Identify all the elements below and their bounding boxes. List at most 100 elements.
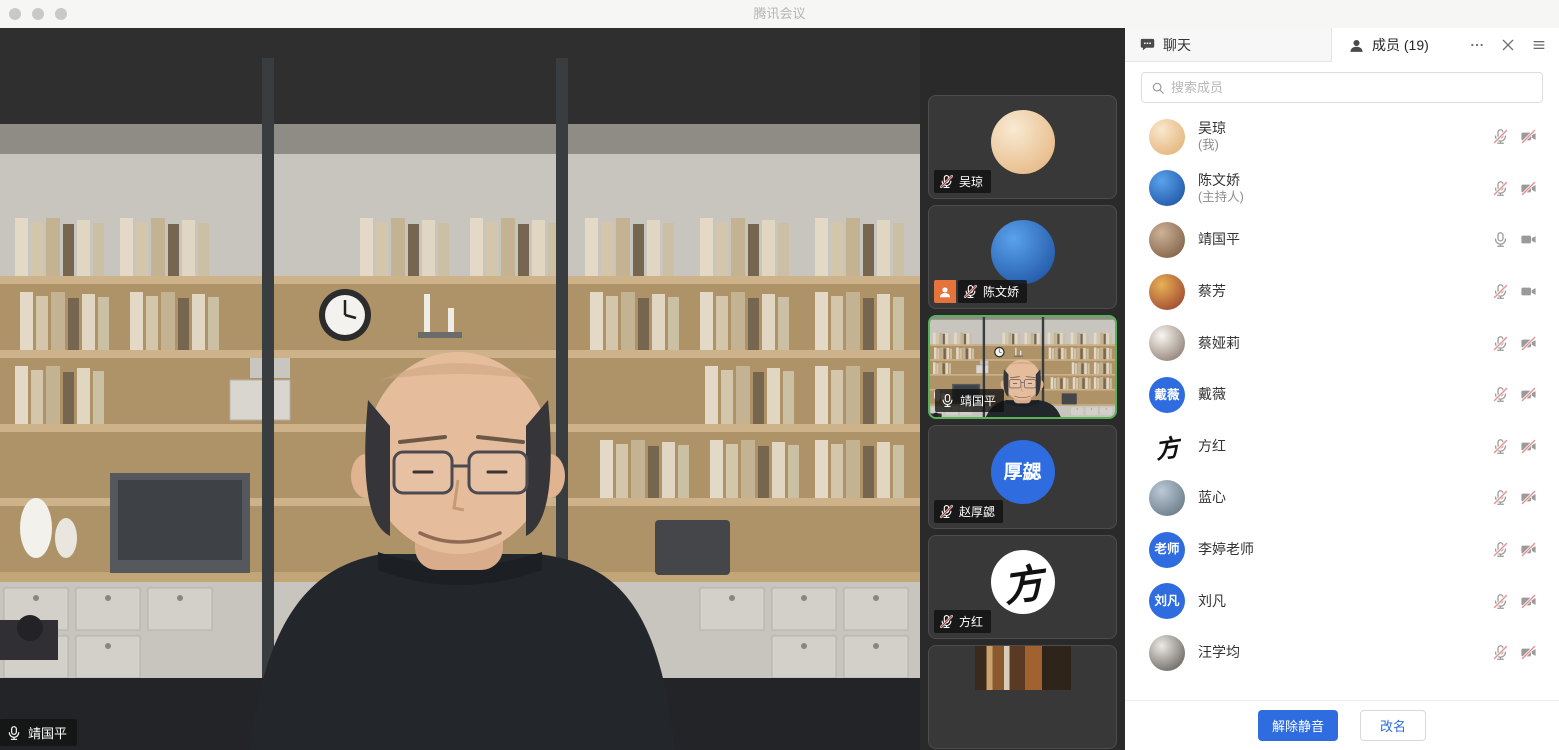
thumbnail-avatar [991, 220, 1055, 284]
member-status-icons [1492, 128, 1537, 145]
member-avatar [1149, 119, 1185, 155]
tab-members[interactable]: 成员 (19) [1332, 28, 1559, 62]
minimize-window-icon[interactable] [32, 8, 44, 20]
video-thumbnail[interactable]: 方 方红 [928, 535, 1117, 639]
member-row[interactable]: 陈文娇 (主持人) [1125, 163, 1559, 215]
main-speaker-name: 靖国平 [28, 723, 67, 742]
mic-muted-icon[interactable] [1492, 283, 1509, 300]
camera-off-icon[interactable] [1520, 593, 1537, 610]
thumbnail-name: 靖国平 [960, 392, 996, 409]
tab-chat[interactable]: 聊天 [1125, 28, 1332, 62]
video-thumbnail[interactable]: 厚勰 赵厚勰 [928, 425, 1117, 529]
search-input[interactable] [1171, 80, 1533, 95]
zoom-window-icon[interactable] [55, 8, 67, 20]
camera-off-icon[interactable] [1520, 335, 1537, 352]
member-name: 蔡娅莉 [1198, 335, 1240, 352]
camera-off-icon[interactable] [1520, 128, 1537, 145]
member-avatar: 老师 [1149, 532, 1185, 568]
tab-chat-label: 聊天 [1163, 35, 1191, 55]
member-names: 蔡芳 [1198, 283, 1226, 300]
member-row[interactable]: 蔡芳 [1125, 266, 1559, 318]
close-icon[interactable] [1500, 37, 1516, 53]
video-thumbnail[interactable]: 靖国平 [928, 315, 1117, 419]
menu-icon[interactable] [1531, 37, 1547, 53]
member-row[interactable]: 老师 李婷老师 [1125, 524, 1559, 576]
member-name: 戴薇 [1198, 386, 1226, 403]
member-avatar: 方 [1149, 428, 1185, 464]
rename-button[interactable]: 改名 [1360, 710, 1426, 741]
camera-off-icon[interactable] [1520, 489, 1537, 506]
unmute-button[interactable]: 解除静音 [1258, 710, 1338, 741]
mic-muted-icon[interactable] [1492, 489, 1509, 506]
mic-on-icon[interactable] [1492, 231, 1509, 248]
panel-actions [1469, 37, 1559, 53]
panel-header: 聊天 成员 (19) [1125, 28, 1559, 62]
member-role-label: (我) [1198, 137, 1226, 153]
member-name: 蓝心 [1198, 489, 1226, 506]
member-row[interactable]: 方 方红 [1125, 421, 1559, 473]
avatar-photo [991, 110, 1055, 174]
mic-on-icon [6, 725, 22, 741]
main-video-feed [0, 28, 920, 750]
member-row[interactable]: 蓝心 [1125, 472, 1559, 524]
main-video-stage[interactable]: 靖国平 [0, 28, 920, 750]
member-avatar [1149, 325, 1185, 361]
video-thumbnail[interactable]: 吴琼 [928, 95, 1117, 199]
member-row[interactable]: 刘凡 刘凡 [1125, 575, 1559, 627]
more-icon[interactable] [1469, 37, 1485, 53]
member-row[interactable]: 蔡娅莉 [1125, 317, 1559, 369]
member-row[interactable]: 戴薇 戴薇 [1125, 369, 1559, 421]
avatar-photo [991, 220, 1055, 284]
mic-muted-icon[interactable] [1492, 593, 1509, 610]
member-list: 吴琼 (我) 陈文娇 (主持人) [1125, 111, 1559, 679]
member-status-icons [1492, 335, 1537, 352]
member-name: 陈文娇 [1198, 172, 1244, 189]
thumbnail-strip[interactable]: 吴琼 陈文娇 靖国平厚勰 赵厚勰方 方红 [920, 28, 1125, 750]
member-avatar [1149, 222, 1185, 258]
camera-off-icon[interactable] [1520, 438, 1537, 455]
avatar-photo [1149, 119, 1185, 155]
camera-off-icon[interactable] [1520, 644, 1537, 661]
member-name: 蔡芳 [1198, 283, 1226, 300]
thumbnail-label-row: 方红 [934, 610, 991, 633]
search-box[interactable] [1141, 72, 1543, 103]
camera-on-icon[interactable] [1520, 231, 1537, 248]
member-names: 李婷老师 [1198, 541, 1254, 558]
close-window-icon[interactable] [9, 8, 21, 20]
member-status-icons [1492, 593, 1537, 610]
video-thumbnail-partial[interactable] [928, 645, 1117, 749]
member-avatar [1149, 274, 1185, 310]
camera-off-icon[interactable] [1520, 541, 1537, 558]
camera-off-icon[interactable] [1520, 180, 1537, 197]
thumbnail-video-preview [975, 646, 1071, 690]
mic-muted-icon[interactable] [1492, 180, 1509, 197]
video-thumbnail[interactable]: 陈文娇 [928, 205, 1117, 309]
mic-muted-icon [939, 614, 954, 629]
mic-muted-icon[interactable] [1492, 541, 1509, 558]
member-row[interactable]: 汪学均 [1125, 627, 1559, 679]
mic-muted-icon[interactable] [1492, 644, 1509, 661]
chat-bubble-icon [1139, 36, 1156, 53]
member-avatar: 刘凡 [1149, 583, 1185, 619]
member-row[interactable]: 吴琼 (我) [1125, 111, 1559, 163]
host-badge-icon [934, 280, 956, 303]
mic-muted-icon[interactable] [1492, 386, 1509, 403]
member-status-icons [1492, 180, 1537, 197]
thumbnail-name: 方红 [959, 613, 983, 630]
mic-muted-icon[interactable] [1492, 438, 1509, 455]
camera-off-icon[interactable] [1520, 386, 1537, 403]
member-status-icons [1492, 489, 1537, 506]
search-icon [1151, 81, 1165, 95]
mic-muted-icon[interactable] [1492, 335, 1509, 352]
member-row[interactable]: 靖国平 [1125, 214, 1559, 266]
mic-muted-icon[interactable] [1492, 128, 1509, 145]
avatar-text: 刘凡 [1149, 583, 1185, 619]
member-avatar [1149, 170, 1185, 206]
traffic-lights [9, 8, 67, 20]
avatar-photo [1149, 635, 1185, 671]
avatar-photo [1149, 480, 1185, 516]
avatar-text: 老师 [1149, 532, 1185, 568]
camera-on-icon[interactable] [1520, 283, 1537, 300]
avatar-photo [1149, 170, 1185, 206]
thumbnail-label-row: 吴琼 [934, 170, 991, 193]
